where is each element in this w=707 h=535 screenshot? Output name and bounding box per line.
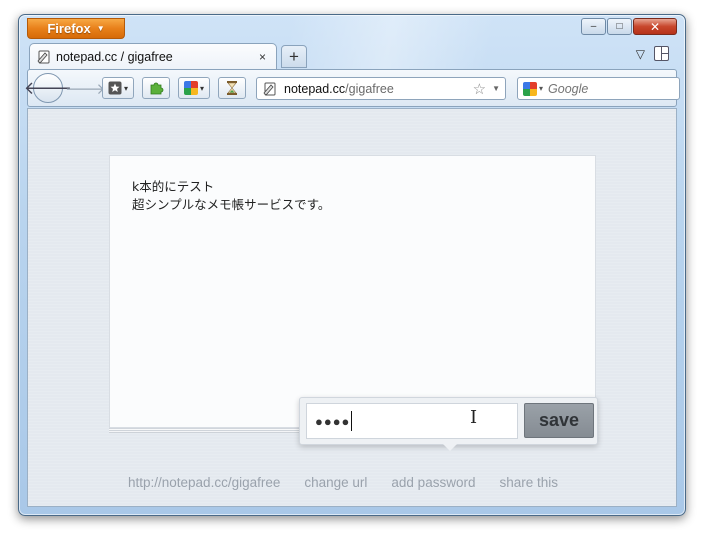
minimize-button[interactable]: – <box>581 18 606 35</box>
browser-window: Firefox ▼ – □ ✕ notepad.cc / gigafree × … <box>18 14 686 516</box>
note-paper[interactable]: k本的にテスト 超シンプルなメモ帳サービスです。 <box>109 155 596 428</box>
close-window-button[interactable]: ✕ <box>633 18 677 35</box>
window-controls: – □ ✕ <box>581 18 677 35</box>
maximize-icon: □ <box>616 21 623 32</box>
note-text[interactable]: k本的にテスト 超シンプルなメモ帳サービスです。 <box>132 178 330 214</box>
search-input[interactable] <box>548 81 685 96</box>
google-icon <box>523 81 537 96</box>
maximize-button[interactable]: □ <box>607 18 632 35</box>
text-caret <box>351 411 353 431</box>
share-link[interactable]: share this <box>499 475 558 490</box>
page-content: k本的にテスト 超シンプルなメモ帳サービスです。 ●●●● I save htt… <box>27 108 677 507</box>
chevron-down-icon: ▾ <box>199 83 204 93</box>
change-url-link[interactable]: change url <box>304 475 367 490</box>
note-url-link[interactable]: http://notepad.cc/gigafree <box>128 475 280 490</box>
save-button[interactable]: save <box>524 403 594 438</box>
url-text: notepad.cc/gigafree <box>284 82 473 96</box>
hourglass-icon <box>227 81 237 95</box>
password-input[interactable]: ●●●● <box>306 403 518 439</box>
tab-strip: notepad.cc / gigafree × + ▽ <box>29 43 675 69</box>
search-engine-selector[interactable]: ▾ <box>523 81 544 96</box>
chevron-down-icon: ▾ <box>123 83 128 93</box>
google-icon <box>183 81 198 95</box>
search-bar: ▾ <box>517 77 685 100</box>
google-toolbar-button[interactable]: ▾ <box>178 77 210 99</box>
notepad-favicon-icon <box>263 82 276 96</box>
firefox-menu-button[interactable]: Firefox ▼ <box>27 18 125 39</box>
password-popup: ●●●● I save <box>299 397 598 451</box>
url-path: /gigafree <box>345 81 394 96</box>
close-icon: ✕ <box>649 19 661 34</box>
tab-notepad[interactable]: notepad.cc / gigafree × <box>29 43 277 69</box>
navigation-toolbar: 🡐 🡒 ▾ ▾ notepad.cc/gigafree ☆ ▼ ▾ Google <box>24 69 685 107</box>
tab-close-icon[interactable]: × <box>257 50 268 64</box>
firefox-menu-label: Firefox <box>47 21 91 36</box>
addons-button[interactable] <box>142 77 170 99</box>
list-all-tabs-icon[interactable]: ▽ <box>636 47 645 61</box>
chevron-down-icon: ▼ <box>96 24 105 33</box>
forward-arrow-icon[interactable]: 🡒 <box>65 79 105 98</box>
hourglass-addon-button[interactable] <box>218 77 246 99</box>
chevron-down-icon: ▾ <box>539 84 544 93</box>
back-button[interactable]: 🡐 <box>24 73 72 103</box>
tab-groups-icon[interactable] <box>654 46 669 61</box>
url-domain: notepad.cc <box>284 81 346 96</box>
notepad-favicon-icon <box>37 50 50 64</box>
add-password-link[interactable]: add password <box>391 475 475 490</box>
url-history-dropdown-icon[interactable]: ▼ <box>492 84 500 93</box>
address-bar[interactable]: notepad.cc/gigafree ☆ ▼ <box>256 77 506 100</box>
bookmarks-star-icon <box>108 81 122 95</box>
plus-icon: + <box>289 46 299 66</box>
text-cursor-icon: I <box>470 407 478 428</box>
puzzle-piece-icon <box>150 82 164 95</box>
bookmarks-button[interactable]: ▾ <box>102 77 134 99</box>
bookmark-star-icon[interactable]: ☆ <box>473 80 486 98</box>
minimize-icon: – <box>590 21 597 32</box>
footer-links: http://notepad.cc/gigafree change url ad… <box>128 475 558 490</box>
tab-title: notepad.cc / gigafree <box>56 49 173 64</box>
password-value: ●●●● <box>315 413 351 429</box>
tab-strip-tools: ▽ <box>636 46 669 61</box>
new-tab-button[interactable]: + <box>281 45 307 68</box>
